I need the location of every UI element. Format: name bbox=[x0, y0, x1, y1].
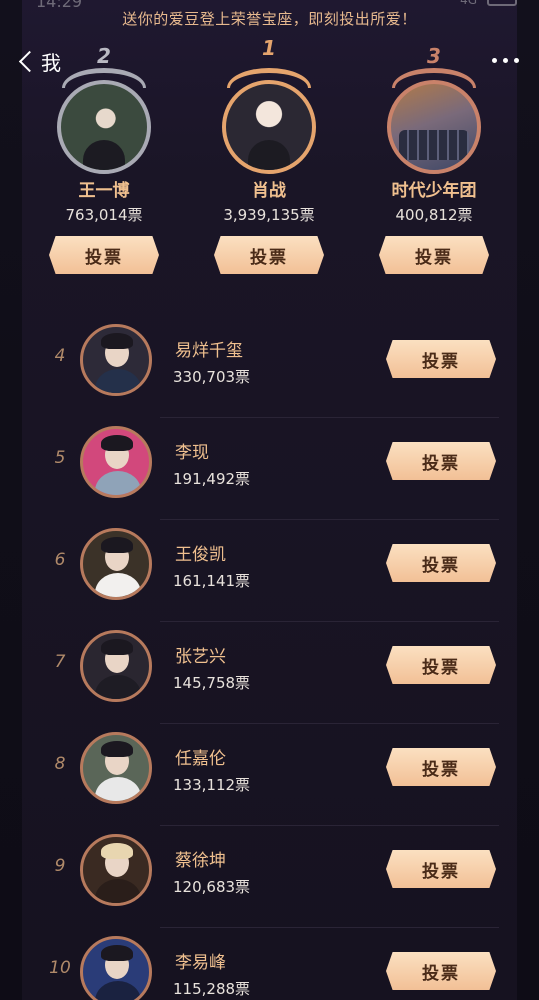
vote-button[interactable]: 投票 bbox=[386, 442, 496, 480]
vote-button[interactable]: 投票 bbox=[386, 850, 496, 888]
vote-button[interactable]: 投票 bbox=[386, 952, 496, 990]
rank-number: 9 bbox=[54, 856, 66, 876]
vote-button[interactable]: 投票 bbox=[379, 236, 489, 274]
avatar[interactable] bbox=[80, 324, 152, 396]
avatar[interactable] bbox=[80, 732, 152, 804]
idol-name: 张艺兴 bbox=[175, 647, 226, 667]
avatar[interactable] bbox=[222, 80, 316, 174]
vote-count: 115,288票 bbox=[173, 980, 251, 998]
battery-icon bbox=[487, 0, 517, 6]
idol-name: 李易峰 bbox=[175, 953, 226, 973]
vote-count: 145,758票 bbox=[173, 674, 251, 692]
rank-number: 10 bbox=[49, 958, 71, 978]
list-item: 7 张艺兴 145,758票 投票 bbox=[0, 622, 539, 724]
vote-button[interactable]: 投票 bbox=[386, 748, 496, 786]
list-item: 8 任嘉伦 133,112票 投票 bbox=[0, 724, 539, 826]
page: 14:29 4G 送你的爱豆登上荣誉宝座，即刻投出所爱！ 我 2 王一博 763… bbox=[0, 0, 539, 1000]
vote-count: 763,014票 bbox=[65, 206, 143, 224]
avatar[interactable] bbox=[57, 80, 151, 174]
rank-number: 5 bbox=[54, 448, 66, 468]
list-item: 9 蔡徐坤 120,683票 投票 bbox=[0, 826, 539, 928]
vote-count: 330,703票 bbox=[173, 368, 251, 386]
vote-button[interactable]: 投票 bbox=[386, 340, 496, 378]
rank-number: 8 bbox=[54, 754, 66, 774]
vote-button[interactable]: 投票 bbox=[386, 544, 496, 582]
vote-button[interactable]: 投票 bbox=[214, 236, 324, 274]
vote-button[interactable]: 投票 bbox=[49, 236, 159, 274]
avatar[interactable] bbox=[387, 80, 481, 174]
vote-count: 400,812票 bbox=[395, 206, 473, 224]
avatar[interactable] bbox=[80, 630, 152, 702]
list-item: 10 李易峰 115,288票 投票 bbox=[0, 928, 539, 1000]
list-item: 4 易烊千玺 330,703票 投票 bbox=[0, 316, 539, 418]
idol-name: 任嘉伦 bbox=[175, 749, 226, 769]
rank-number: 4 bbox=[54, 346, 66, 366]
vote-count: 120,683票 bbox=[173, 878, 251, 896]
avatar[interactable] bbox=[80, 834, 152, 906]
idol-name: 蔡徐坤 bbox=[175, 851, 226, 871]
avatar[interactable] bbox=[80, 426, 152, 498]
avatar[interactable] bbox=[80, 936, 152, 1000]
idol-name: 时代少年团 bbox=[391, 181, 477, 201]
list-item: 6 王俊凯 161,141票 投票 bbox=[0, 520, 539, 622]
rank-number: 6 bbox=[54, 550, 66, 570]
idol-name: 李现 bbox=[175, 443, 209, 463]
idol-name: 王俊凯 bbox=[175, 545, 226, 565]
vote-count: 161,141票 bbox=[173, 572, 251, 590]
rank-number: 7 bbox=[54, 652, 66, 672]
idol-name: 王一博 bbox=[78, 181, 130, 201]
vote-button[interactable]: 投票 bbox=[386, 646, 496, 684]
idol-name: 易烊千玺 bbox=[175, 341, 243, 361]
vote-count: 191,492票 bbox=[173, 470, 251, 488]
network-indicator: 4G bbox=[460, 0, 477, 7]
idol-name: 肖战 bbox=[252, 181, 286, 201]
vote-count: 3,939,135票 bbox=[223, 206, 315, 224]
avatar[interactable] bbox=[80, 528, 152, 600]
list-item: 5 李现 191,492票 投票 bbox=[0, 418, 539, 520]
vote-count: 133,112票 bbox=[173, 776, 251, 794]
banner-text: 送你的爱豆登上荣誉宝座，即刻投出所爱！ bbox=[122, 10, 417, 28]
